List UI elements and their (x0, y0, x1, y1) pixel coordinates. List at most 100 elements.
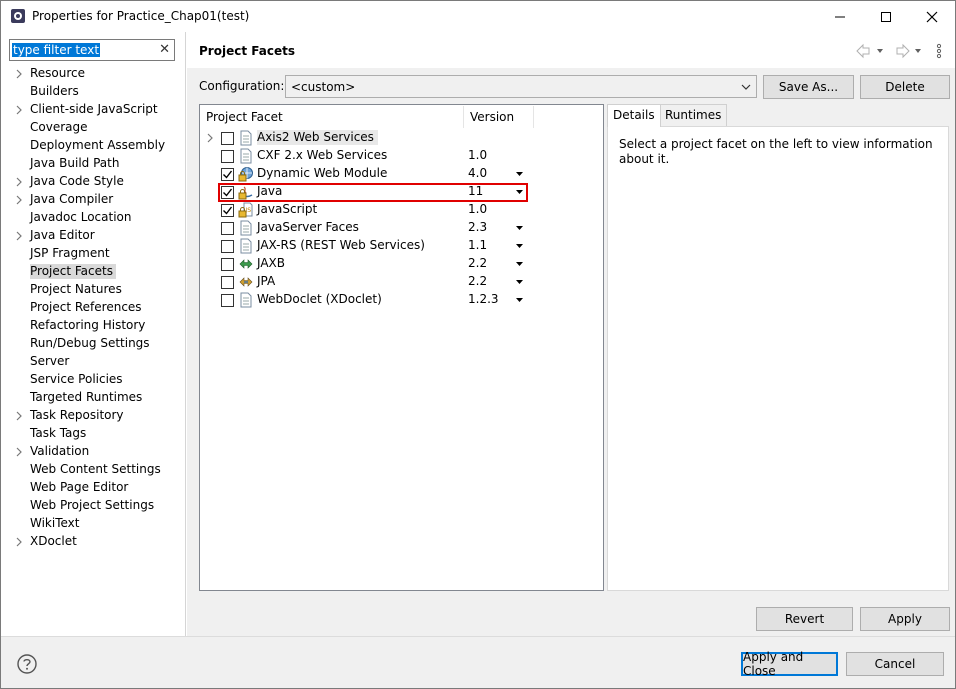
tree-item[interactable]: JSP Fragment (1, 245, 186, 263)
facet-checkbox[interactable] (221, 186, 234, 199)
facet-row[interactable]: Dynamic Web Module 4.0 (200, 165, 603, 183)
tree-item[interactable]: Task Tags (1, 425, 186, 443)
facet-row[interactable]: JS JavaScript 1.0 (200, 201, 603, 219)
maximize-icon[interactable] (863, 1, 909, 32)
filter-text[interactable]: type filter text (12, 43, 101, 57)
facet-name: JavaServer Faces (257, 220, 359, 234)
view-menu-icon[interactable] (936, 43, 942, 59)
facet-checkbox[interactable] (221, 276, 234, 289)
delete-button[interactable]: Delete (860, 75, 950, 99)
facet-version[interactable]: 2.3 (468, 220, 487, 235)
facet-row[interactable]: JAX-RS (REST Web Services) 1.1 (200, 237, 603, 255)
tree-item[interactable]: Web Content Settings (1, 461, 186, 479)
cancel-button[interactable]: Cancel (846, 652, 944, 676)
tree-item[interactable]: Task Repository (1, 407, 186, 425)
facet-checkbox[interactable] (221, 204, 234, 217)
expand-arrow-icon[interactable] (14, 177, 24, 187)
expand-arrow-icon[interactable] (14, 231, 24, 241)
tree-item[interactable]: Java Editor (1, 227, 186, 245)
facet-checkbox[interactable] (221, 240, 234, 253)
facet-version[interactable]: 1.2.3 (468, 292, 499, 307)
expand-arrow-icon[interactable] (14, 411, 24, 421)
facet-checkbox[interactable] (221, 222, 234, 235)
page-header: Project Facets (187, 32, 955, 68)
facet-row[interactable]: Axis2 Web Services (200, 129, 603, 147)
document-icon (240, 238, 252, 254)
configuration-combo[interactable]: <custom> (285, 75, 757, 98)
facet-checkbox[interactable] (221, 258, 234, 271)
tree-item[interactable]: Web Project Settings (1, 497, 186, 515)
tab-runtimes[interactable]: Runtimes (659, 104, 728, 126)
expand-arrow-icon[interactable] (14, 105, 24, 115)
expand-arrow-icon[interactable] (14, 537, 24, 547)
facet-row[interactable]: WebDoclet (XDoclet) 1.2.3 (200, 291, 603, 309)
tree-item[interactable]: Targeted Runtimes (1, 389, 186, 407)
configuration-label: Configuration: (199, 79, 285, 93)
version-dropdown-icon[interactable] (516, 244, 523, 248)
tree-item[interactable]: Resource (1, 65, 186, 83)
tree-item[interactable]: Java Build Path (1, 155, 186, 173)
version-dropdown-icon[interactable] (516, 262, 523, 266)
tree-item[interactable]: Project Facets (1, 263, 186, 281)
tree-item[interactable]: Project Natures (1, 281, 186, 299)
tree-item[interactable]: Refactoring History (1, 317, 186, 335)
tree-item[interactable]: XDoclet (1, 533, 186, 551)
clear-icon[interactable]: ✕ (159, 42, 170, 57)
facet-row[interactable]: JAXB 2.2 (200, 255, 603, 273)
version-dropdown-icon[interactable] (516, 280, 523, 284)
close-icon[interactable] (909, 1, 955, 32)
back-arrow-icon[interactable] (856, 43, 883, 59)
tree-item[interactable]: Javadoc Location (1, 209, 186, 227)
minimize-icon[interactable] (817, 1, 863, 32)
facet-checkbox[interactable] (221, 132, 234, 145)
tree-item[interactable]: WikiText (1, 515, 186, 533)
tree-item[interactable]: Coverage (1, 119, 186, 137)
tree-item[interactable]: Server (1, 353, 186, 371)
tree-item[interactable]: Client-side JavaScript (1, 101, 186, 119)
facet-row[interactable]: JavaServer Faces 2.3 (200, 219, 603, 237)
apply-button[interactable]: Apply (860, 607, 950, 631)
save-as-button[interactable]: Save As... (763, 75, 854, 99)
tree-item-label: Resource (30, 66, 86, 80)
version-dropdown-icon[interactable] (516, 190, 523, 194)
expand-arrow-icon[interactable] (205, 133, 215, 143)
revert-button[interactable]: Revert (756, 607, 853, 631)
version-dropdown-icon[interactable] (516, 172, 523, 176)
window-title: Properties for Practice_Chap01(test) (32, 9, 250, 23)
expand-arrow-icon[interactable] (14, 447, 24, 457)
help-icon[interactable] (17, 654, 37, 674)
tree-item[interactable]: Web Page Editor (1, 479, 186, 497)
filter-input[interactable]: type filter text ✕ (9, 39, 175, 61)
tree-item[interactable]: Validation (1, 443, 186, 461)
version-dropdown-icon[interactable] (516, 226, 523, 230)
tree-item[interactable]: Project References (1, 299, 186, 317)
facet-checkbox[interactable] (221, 168, 234, 181)
facet-row[interactable]: CXF 2.x Web Services 1.0 (200, 147, 603, 165)
facet-version[interactable]: 2.2 (468, 256, 487, 271)
tree-item[interactable]: Builders (1, 83, 186, 101)
page-area: Project Facets Configuration: <custom> S… (187, 32, 955, 636)
facet-version[interactable]: 4.0 (468, 166, 487, 181)
forward-arrow-icon[interactable] (896, 43, 921, 59)
details-panel: Select a project facet on the left to vi… (607, 126, 949, 591)
tree-item[interactable]: Service Policies (1, 371, 186, 389)
expand-arrow-icon[interactable] (14, 69, 24, 79)
column-header-version[interactable]: Version (464, 106, 534, 128)
facet-version[interactable]: 1.1 (468, 238, 487, 253)
tree-item[interactable]: Java Compiler (1, 191, 186, 209)
version-dropdown-icon[interactable] (516, 298, 523, 302)
facet-checkbox[interactable] (221, 294, 234, 307)
column-header-facet[interactable]: Project Facet (200, 106, 464, 128)
facet-version[interactable]: 2.2 (468, 274, 487, 289)
facet-row[interactable]: Java 11 (200, 183, 603, 201)
tree-item[interactable]: Java Code Style (1, 173, 186, 191)
apply-and-close-button[interactable]: Apply and Close (741, 650, 838, 678)
tab-details[interactable]: Details (607, 104, 661, 127)
tree-item[interactable]: Run/Debug Settings (1, 335, 186, 353)
facet-checkbox[interactable] (221, 150, 234, 163)
expand-arrow-icon[interactable] (14, 195, 24, 205)
document-icon (240, 292, 252, 308)
facet-version[interactable]: 11 (468, 184, 483, 199)
facet-row[interactable]: JPA 2.2 (200, 273, 603, 291)
tree-item[interactable]: Deployment Assembly (1, 137, 186, 155)
